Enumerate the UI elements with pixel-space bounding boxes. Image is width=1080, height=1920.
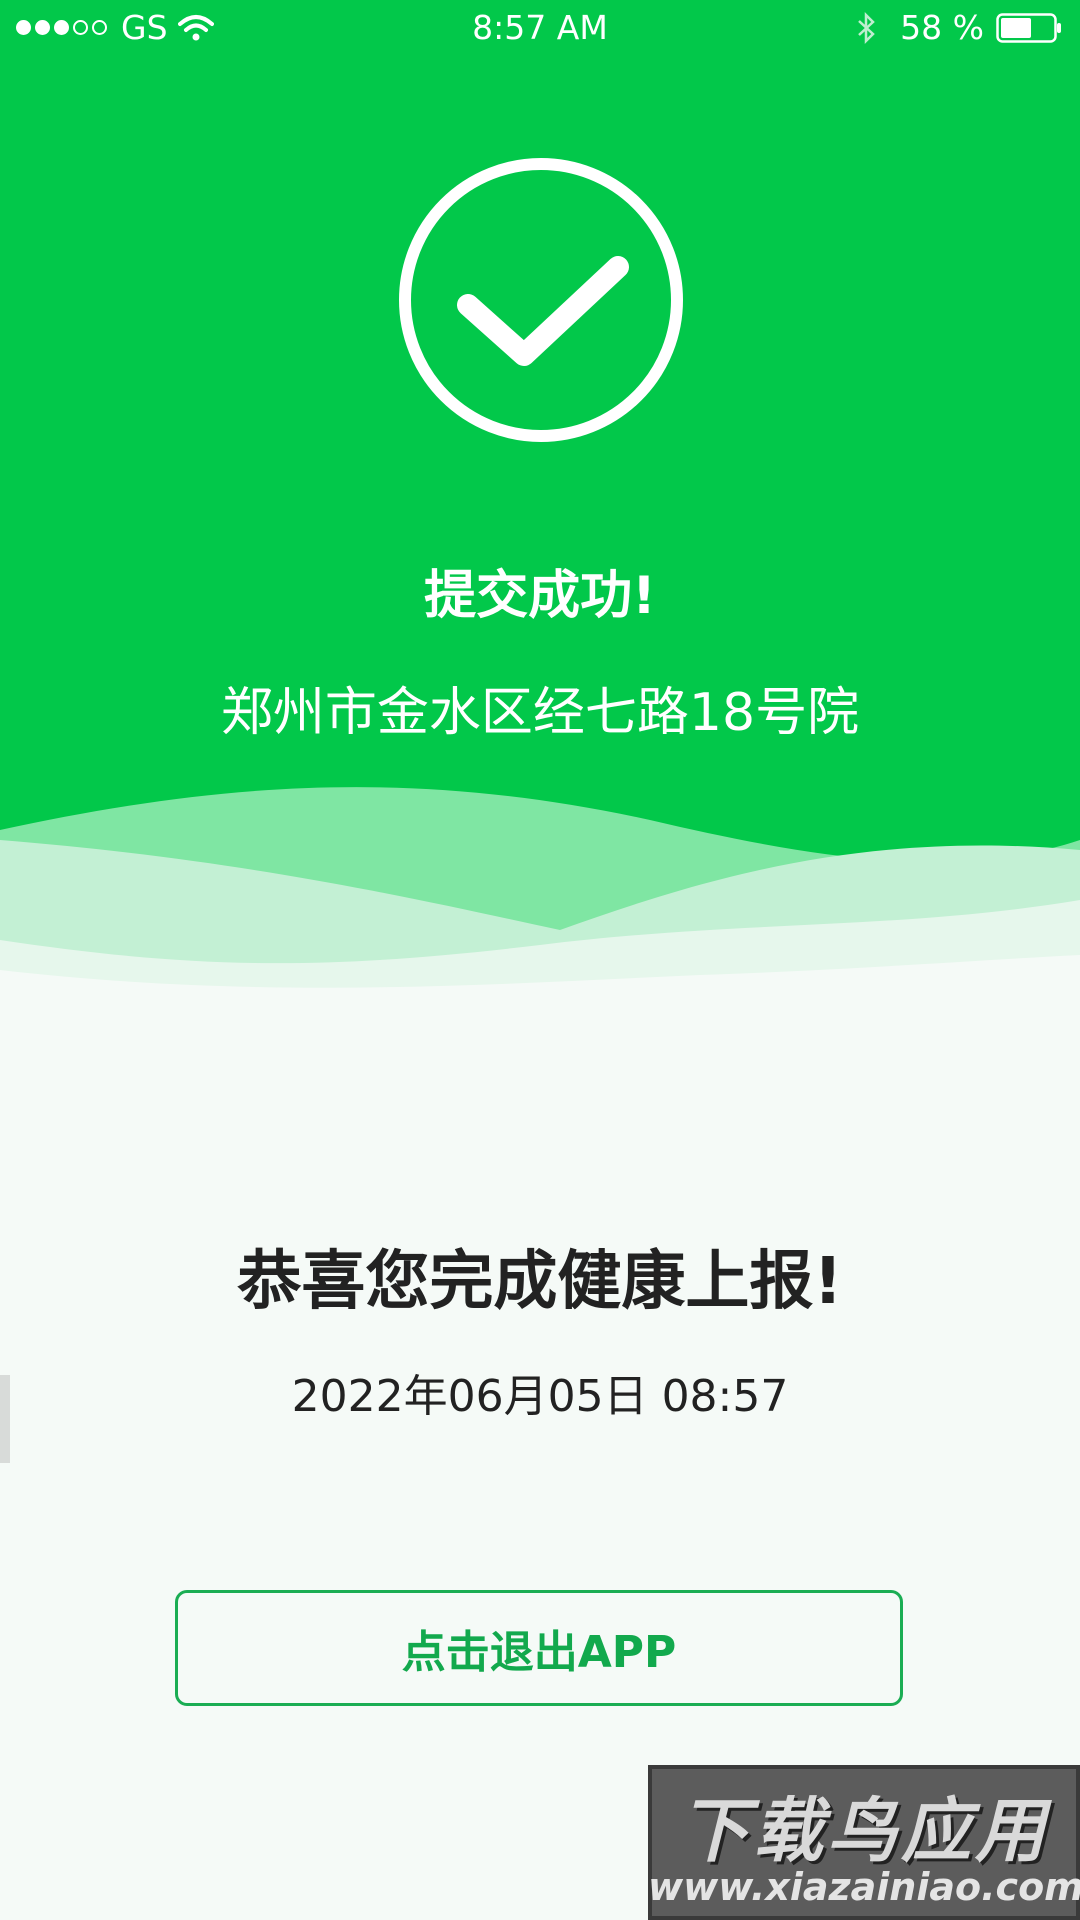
battery-icon (996, 12, 1061, 43)
exit-app-button[interactable]: 点击退出APP (175, 1590, 903, 1706)
address-text: 郑州市金水区经七路18号院 (220, 683, 860, 743)
watermark-url: www.xiazainiao.com (648, 1865, 1080, 1909)
side-scroll-indicator (0, 1375, 10, 1463)
congrats-message: 恭喜您完成健康上报! (237, 1245, 843, 1319)
check-circle-icon (399, 158, 683, 442)
submit-success-title: 提交成功! (424, 566, 656, 626)
watermark-logo: 下载鸟应用 (679, 1790, 1049, 1872)
status-bar-right: 58 % (856, 8, 1062, 47)
battery-percent: 58 % (900, 8, 984, 47)
report-datetime: 2022年06月05日 08:57 (291, 1371, 789, 1422)
status-bar: GS 8:57 AM 58 % (0, 0, 1080, 60)
watermark: 下载鸟应用 www.xiazainiao.com (648, 1765, 1080, 1920)
wave-decoration (0, 787, 1080, 1020)
bluetooth-icon (858, 11, 875, 44)
